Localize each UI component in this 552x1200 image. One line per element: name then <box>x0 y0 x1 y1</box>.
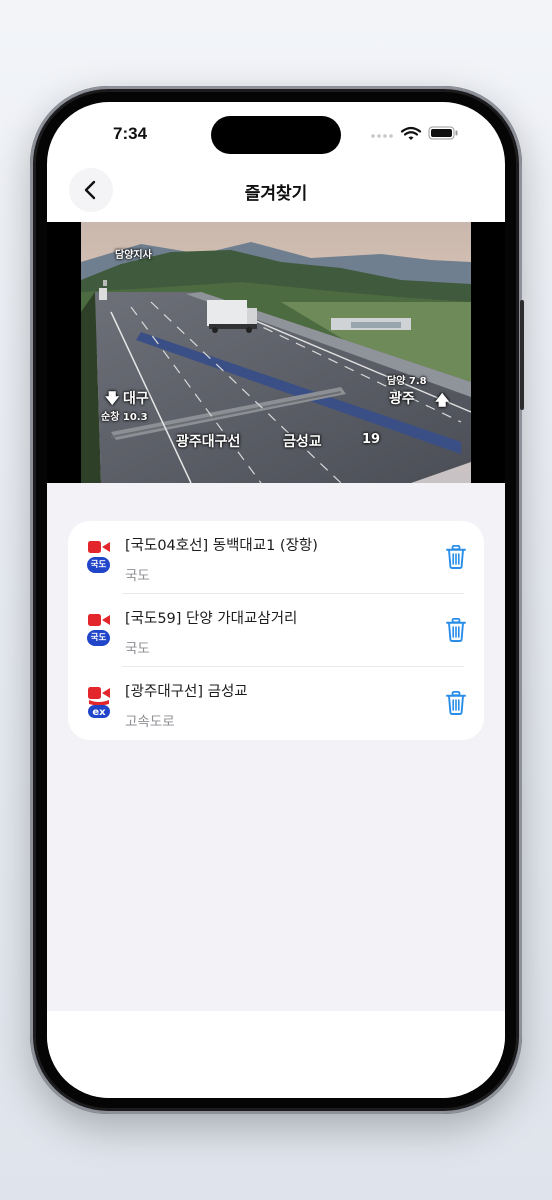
trash-icon[interactable] <box>446 618 466 642</box>
cellular-signal-icon <box>371 134 393 138</box>
national-road-badge-icon: 국도 <box>87 630 110 646</box>
video-camera-icon <box>88 614 110 626</box>
favorite-item[interactable]: ex [광주대구선] 금성교 고속도로 <box>68 667 484 740</box>
cctv-camera-number: 19 <box>362 432 381 447</box>
cctv-road-name: 광주대구선 <box>176 434 241 450</box>
favorite-title: [국도59] 단양 가대교삼거리 <box>125 611 298 627</box>
bottom-area <box>47 1011 505 1098</box>
favorite-subtitle: 국도 <box>125 641 150 657</box>
dynamic-island <box>211 116 341 154</box>
cctv-video-player[interactable]: 담양지사 🡇 대구 순창 10.3 담양 7.8 광주 🡅 광주대구선 금성교 … <box>47 222 505 483</box>
status-bar: 7:34 <box>47 102 505 166</box>
cctv-left-distance: 순창 10.3 <box>101 412 148 423</box>
screen: 7:34 즐겨찾기 담양지사 🡇 대구 순창 10.3 담양 7.8 광주 🡅 … <box>47 102 505 1098</box>
cctv-video-frame: 담양지사 🡇 대구 순창 10.3 담양 7.8 광주 🡅 광주대구선 금성교 … <box>81 222 471 483</box>
favorite-title: [광주대구선] 금성교 <box>125 684 248 700</box>
cctv-right-direction: 광주 <box>389 391 415 407</box>
favorite-item[interactable]: 국도 [국도59] 단양 가대교삼거리 국도 <box>68 594 484 667</box>
expressway-badge-icon: ex <box>88 700 110 718</box>
trash-icon[interactable] <box>446 691 466 715</box>
phone-side-button <box>520 300 524 410</box>
status-icons <box>371 126 458 140</box>
video-camera-icon <box>88 687 110 699</box>
favorite-subtitle: 고속도로 <box>125 714 175 730</box>
trash-icon[interactable] <box>446 545 466 569</box>
favorite-item[interactable]: 국도 [국도04호선] 동백대교1 (장항) 국도 <box>68 521 484 594</box>
highway-camera-image <box>81 222 471 483</box>
battery-icon <box>428 126 458 140</box>
favorites-section: 국도 [국도04호선] 동백대교1 (장항) 국도 국도 [국도59] 단양 가… <box>47 483 505 1011</box>
cctv-right-distance: 담양 7.8 <box>387 376 427 387</box>
navigation-bar: 즐겨찾기 <box>47 166 505 222</box>
favorite-subtitle: 국도 <box>125 568 150 584</box>
svg-text:ex: ex <box>92 707 106 718</box>
status-time: 7:34 <box>113 124 148 143</box>
up-arrow-icon: 🡅 <box>435 393 450 409</box>
favorites-list: 국도 [국도04호선] 동백대교1 (장항) 국도 국도 [국도59] 단양 가… <box>68 521 484 740</box>
page-title: 즐겨찾기 <box>244 184 308 204</box>
cctv-location-name: 금성교 <box>283 434 322 450</box>
national-road-badge-icon: 국도 <box>87 557 110 573</box>
cctv-left-direction: 대구 <box>123 391 149 407</box>
video-camera-icon <box>88 541 110 553</box>
wifi-icon <box>400 126 422 140</box>
cctv-site-label: 담양지사 <box>115 250 152 261</box>
favorite-title: [국도04호선] 동백대교1 (장항) <box>125 538 318 554</box>
